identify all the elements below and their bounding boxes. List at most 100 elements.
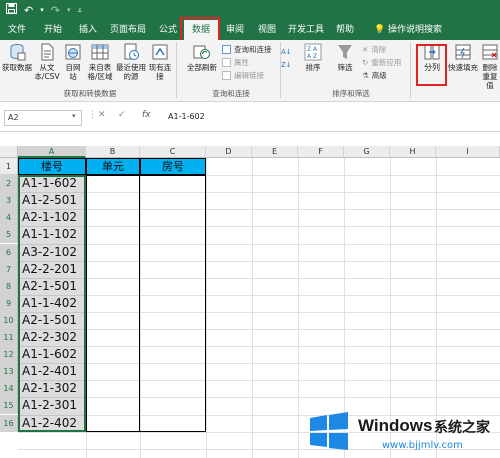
cell-building-number[interactable]: A2-1-302 [18,380,86,397]
select-all-corner[interactable] [0,146,18,158]
cell-building-number[interactable]: A2-2-302 [18,329,86,346]
from-table-label: 来自表格/区域 [87,63,113,81]
formula-input[interactable]: A1-1-602 [168,110,205,124]
sort-az-button[interactable]: A↓ Z↓ [280,45,294,73]
row-header[interactable]: 10 [0,311,18,329]
column-header[interactable]: C [140,146,206,158]
tab-home[interactable]: 开始 [37,20,69,40]
row-header[interactable]: 2 [0,175,18,193]
row-header[interactable]: 15 [0,397,18,415]
tab-review[interactable]: 审阅 [220,20,250,40]
row-header[interactable]: 5 [0,226,18,244]
advanced-button[interactable]: ⚗ 高级 [362,70,387,81]
connections-icon [152,44,168,60]
row-header[interactable]: 11 [0,329,18,346]
group-separator [410,42,411,98]
edit-links-button[interactable]: 编辑链接 [222,70,264,81]
redo-icon[interactable]: ↷ [51,4,60,17]
properties-icon [222,58,231,67]
title-bar: ↶ ▾ ↷ ▾ ⩡ [0,0,500,20]
row-header[interactable]: 8 [0,277,18,295]
clear-button[interactable]: ✕ 清除 [362,44,386,55]
flash-fill-button[interactable]: 快速填充 [448,43,478,72]
tab-file[interactable]: 文件 [2,20,32,40]
tab-developer[interactable]: 开发工具 [284,20,328,40]
name-box[interactable]: A2 [4,110,82,126]
row-header[interactable]: 16 [0,414,18,432]
highlight-text-to-columns [416,44,447,86]
tell-me-search[interactable]: 💡 操作说明搜索 [366,20,450,40]
row-header[interactable]: 7 [0,260,18,278]
column-header[interactable]: H [390,146,436,158]
queries-icon [222,45,231,54]
column-header[interactable]: G [344,146,390,158]
row-header[interactable]: 9 [0,294,18,312]
recent-sources-button[interactable]: 最近使用的源 [116,43,146,81]
dropdown-icon[interactable]: ▾ [67,4,71,17]
cell-building-number[interactable]: A1-1-602 [18,175,86,192]
row-header[interactable]: 4 [0,209,18,227]
row-header[interactable]: 3 [0,192,18,210]
row-header[interactable]: 6 [0,243,18,261]
cell-building-number[interactable]: A1-1-602 [18,346,86,363]
reapply-button[interactable]: ↻ 重新应用 [362,57,401,68]
cell-building-number[interactable]: A1-2-501 [18,192,86,209]
cell-building-number[interactable]: A3-2-102 [18,244,86,261]
cell-building-number[interactable]: A2-1-501 [18,312,86,329]
sort-button[interactable]: Z AA Z 排序 [300,43,326,72]
refresh-icon [193,45,210,59]
tab-help[interactable]: 帮助 [330,20,360,40]
clear-icon: ✕ [362,45,369,54]
save-icon[interactable] [6,3,17,17]
cancel-icon[interactable]: ✕ [98,110,106,120]
namebox-dropdown-icon[interactable]: ▾ [72,112,76,120]
flash-fill-icon [455,44,471,60]
sort-az-icon: A↓ Z↓ [281,48,292,69]
edit-links-icon [222,71,231,80]
existing-connections-button[interactable]: 现有连接 [148,43,172,81]
remove-duplicates-button[interactable]: 删除重复值 [479,43,500,90]
reapply-icon: ↻ [362,58,369,67]
queries-connections-button[interactable]: 查询和连接 [222,44,272,55]
remove-duplicates-label: 删除重复值 [482,63,498,90]
row-header[interactable]: 14 [0,380,18,398]
column-header[interactable]: I [436,146,500,158]
column-header[interactable]: F [298,146,344,158]
undo-icon[interactable]: ↶ [24,4,33,17]
get-data-button[interactable]: 获取数据 [2,43,32,72]
from-web-button[interactable]: 自网站 [62,43,84,81]
properties-label: 属性 [234,58,249,67]
cell-building-number[interactable]: A2-1-501 [18,278,86,295]
cell-building-number[interactable]: A1-2-301 [18,397,86,414]
row-header[interactable]: 12 [0,346,18,364]
header-cell-unit[interactable]: 单元 [86,158,140,175]
cell-building-number[interactable]: A1-2-401 [18,363,86,380]
cell-building-number[interactable]: A1-2-402 [18,415,86,432]
tab-insert[interactable]: 插入 [72,20,104,40]
refresh-all-button[interactable]: 全部刷新 [182,43,222,72]
enter-icon[interactable]: ✓ [118,110,126,120]
tab-view[interactable]: 视图 [252,20,282,40]
cell-building-number[interactable]: A1-1-102 [18,226,86,243]
header-cell-building[interactable]: 楼号 [18,158,86,175]
cell-building-number[interactable]: A1-1-402 [18,295,86,312]
row-header[interactable]: 13 [0,363,18,381]
svg-text:Z↓: Z↓ [281,61,292,69]
column-header[interactable]: E [252,146,298,158]
properties-button[interactable]: 属性 [222,57,249,68]
from-table-button[interactable]: 来自表格/区域 [85,43,115,81]
from-csv-button[interactable]: 从文本/CSV [33,43,61,81]
insert-function-icon[interactable]: fx [142,110,151,120]
customize-qat-icon[interactable]: ⩡ [77,4,82,17]
tab-page-layout[interactable]: 页面布局 [106,20,150,40]
column-header[interactable]: A [18,146,86,158]
more-icon: ⋮ [88,110,97,120]
row-header[interactable]: 1 [0,158,18,175]
dropdown-icon[interactable]: ▾ [40,4,44,17]
column-header[interactable]: B [86,146,140,158]
filter-button[interactable]: 筛选 [332,43,358,72]
cell-building-number[interactable]: A2-1-102 [18,209,86,226]
cell-building-number[interactable]: A2-2-201 [18,261,86,278]
header-cell-room[interactable]: 房号 [140,158,206,175]
column-header[interactable]: D [206,146,252,158]
